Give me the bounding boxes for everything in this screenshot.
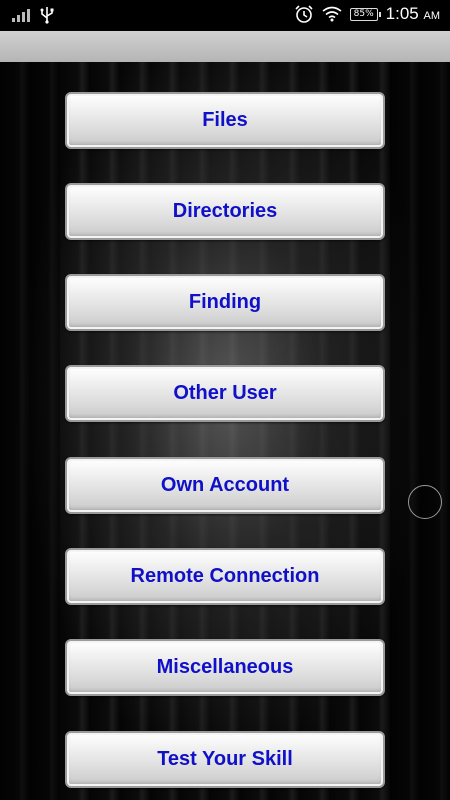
status-bar: 85% 1:05 AM bbox=[0, 0, 450, 31]
menu-button-other-user[interactable]: Other User bbox=[65, 365, 385, 422]
menu-button-files[interactable]: Files bbox=[65, 92, 385, 149]
clock-ampm: AM bbox=[423, 10, 441, 22]
menu-button-directories[interactable]: Directories bbox=[65, 183, 385, 240]
wifi-icon bbox=[322, 6, 342, 22]
battery-percent: 85% bbox=[353, 9, 374, 19]
clock-time: 1:05 bbox=[385, 4, 419, 23]
alarm-icon bbox=[295, 5, 313, 23]
menu-button-own-account[interactable]: Own Account bbox=[65, 457, 385, 514]
menu-button-test-your-skill[interactable]: Test Your Skill bbox=[65, 731, 385, 788]
battery-icon: 85% bbox=[349, 7, 381, 21]
signal-icon bbox=[12, 8, 30, 22]
clock: 1:05 AM bbox=[386, 4, 440, 24]
usb-icon bbox=[40, 7, 54, 24]
menu-button-miscellaneous[interactable]: Miscellaneous bbox=[65, 639, 385, 696]
action-bar bbox=[0, 31, 450, 62]
menu-button-finding[interactable]: Finding bbox=[65, 274, 385, 331]
menu-button-remote-connection[interactable]: Remote Connection bbox=[65, 548, 385, 605]
